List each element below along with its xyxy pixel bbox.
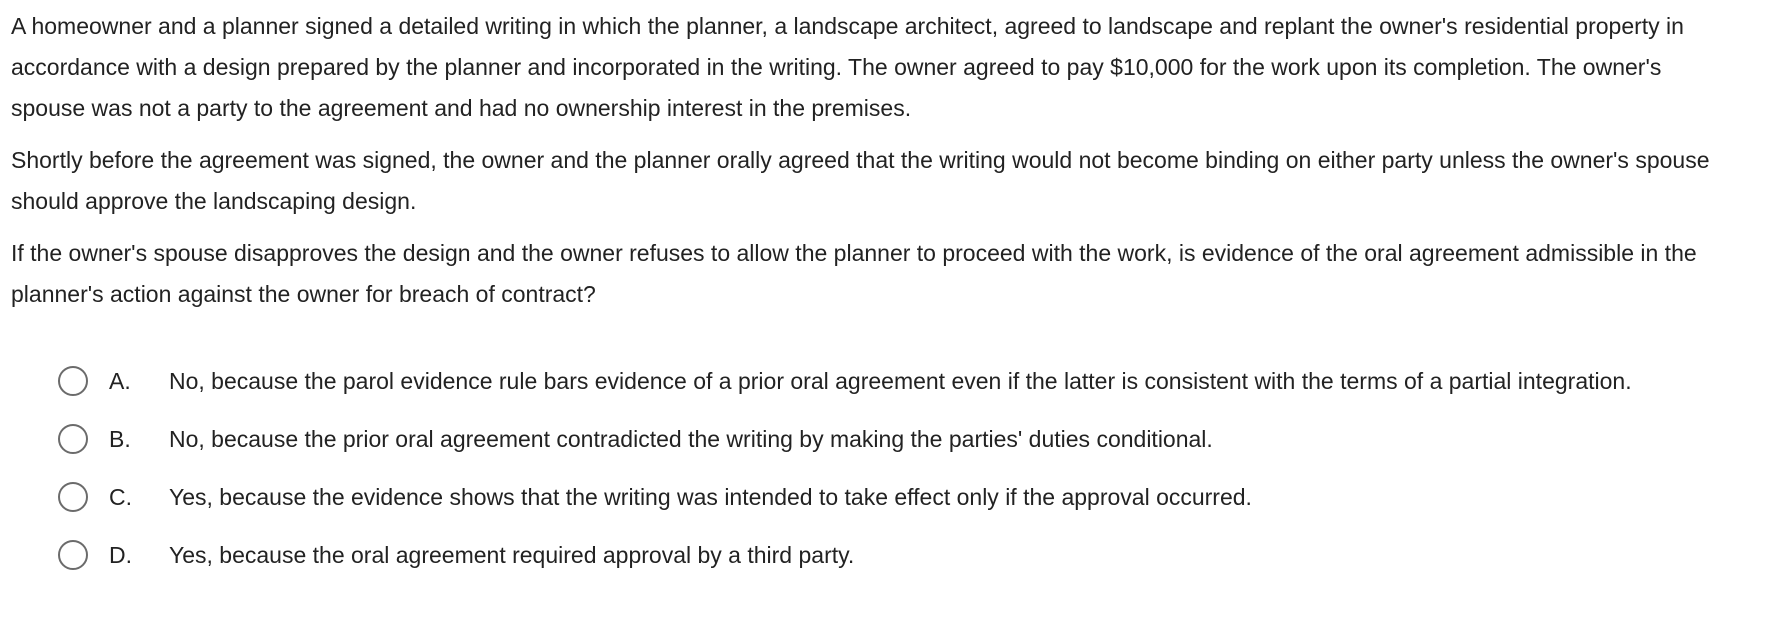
- stem-paragraph: If the owner's spouse disapproves the de…: [11, 240, 1697, 307]
- radio-button-d[interactable]: [58, 540, 88, 570]
- stem-paragraph: A homeowner and a planner signed a detai…: [11, 13, 1684, 121]
- choice-letter: B.: [109, 426, 131, 452]
- choice-b[interactable]: B. No, because the prior oral agreement …: [58, 419, 1718, 460]
- question-stem: A homeowner and a planner signed a detai…: [11, 6, 1711, 326]
- answer-choices: A. No, because the parol evidence rule b…: [58, 361, 1718, 593]
- choice-letter: C.: [109, 484, 132, 510]
- choice-letter: D.: [109, 542, 132, 568]
- radio-button-b[interactable]: [58, 424, 88, 454]
- choice-text[interactable]: Yes, because the evidence shows that the…: [169, 477, 1718, 518]
- choice-letter: A.: [109, 368, 131, 394]
- stem-paragraph: Shortly before the agreement was signed,…: [11, 147, 1710, 214]
- radio-button-c[interactable]: [58, 482, 88, 512]
- choice-text[interactable]: No, because the parol evidence rule bars…: [169, 361, 1718, 402]
- choice-a[interactable]: A. No, because the parol evidence rule b…: [58, 361, 1718, 402]
- choice-text[interactable]: No, because the prior oral agreement con…: [169, 419, 1718, 460]
- choice-c[interactable]: C. Yes, because the evidence shows that …: [58, 477, 1718, 518]
- choice-d[interactable]: D. Yes, because the oral agreement requi…: [58, 535, 1718, 576]
- radio-button-a[interactable]: [58, 366, 88, 396]
- choice-text[interactable]: Yes, because the oral agreement required…: [169, 535, 1718, 576]
